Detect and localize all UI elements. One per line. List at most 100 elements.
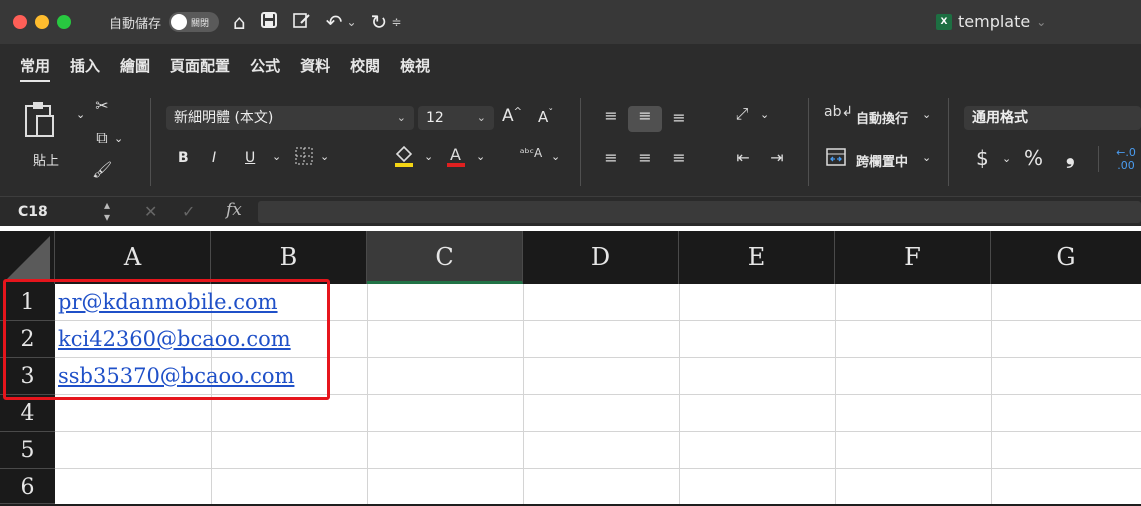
home-icon[interactable]: ⌂ bbox=[233, 10, 246, 34]
row-header-6[interactable]: 6 bbox=[0, 469, 55, 504]
merge-center-dropdown-icon[interactable]: ⌄ bbox=[922, 151, 931, 164]
merge-center-icon[interactable] bbox=[824, 148, 848, 170]
tab-review[interactable]: 校閱 bbox=[350, 44, 380, 88]
align-left-icon[interactable]: ≡ bbox=[598, 148, 624, 167]
tab-formulas[interactable]: 公式 bbox=[250, 44, 280, 88]
font-name-select[interactable]: 新細明體 (本文) ⌄ bbox=[166, 106, 414, 130]
wrap-text-dropdown-icon[interactable]: ⌄ bbox=[922, 108, 931, 121]
cell-a1-link[interactable]: pr@kdanmobile.com bbox=[58, 284, 278, 321]
cell-a2-link[interactable]: kci42360@bcaoo.com bbox=[58, 321, 291, 358]
enter-icon: ✓ bbox=[182, 202, 196, 221]
currency-dropdown-icon[interactable]: ⌄ bbox=[1002, 152, 1011, 165]
underline-button[interactable]: U bbox=[245, 150, 255, 166]
currency-button[interactable]: $ bbox=[976, 146, 989, 170]
wrap-text-icon[interactable]: ab↲ bbox=[824, 104, 853, 120]
align-right-icon[interactable]: ≡ bbox=[666, 148, 692, 167]
row-header-2[interactable]: 2 bbox=[0, 321, 55, 358]
column-header-a[interactable]: A bbox=[55, 231, 211, 284]
decrease-font-size-button[interactable]: Aˇ bbox=[538, 108, 553, 126]
fill-color-dropdown-icon[interactable]: ⌄ bbox=[424, 150, 433, 163]
percent-button[interactable]: % bbox=[1024, 146, 1043, 170]
decrease-indent-icon[interactable]: ⇤ bbox=[730, 148, 756, 167]
increase-decimal-icon[interactable]: ←.0.00 bbox=[1112, 146, 1140, 172]
redo-icon[interactable]: ↻ bbox=[371, 10, 388, 34]
orientation-icon[interactable]: ⤢ bbox=[728, 104, 756, 124]
row-header-4[interactable]: 4 bbox=[0, 395, 55, 432]
ribbon-tabs: 常用 插入 繪圖 頁面配置 公式 資料 校閱 檢視 bbox=[0, 44, 1141, 88]
increase-font-size-button[interactable]: A^ bbox=[502, 106, 522, 126]
number-format-select[interactable]: 通用格式 bbox=[964, 106, 1141, 130]
tab-insert[interactable]: 插入 bbox=[70, 44, 100, 88]
format-painter-icon[interactable]: 🖌 bbox=[92, 160, 112, 179]
borders-icon[interactable] bbox=[292, 146, 316, 170]
orientation-dropdown-icon[interactable]: ⌄ bbox=[760, 108, 769, 121]
column-header-g[interactable]: G bbox=[991, 231, 1141, 284]
paste-dropdown-icon[interactable]: ⌄ bbox=[76, 108, 85, 121]
cut-icon[interactable]: ✂ bbox=[92, 96, 112, 115]
fill-color-icon[interactable] bbox=[392, 144, 416, 172]
grid-line bbox=[55, 468, 1141, 469]
column-header-b[interactable]: B bbox=[211, 231, 367, 284]
copy-dropdown-icon[interactable]: ⌄ bbox=[114, 132, 123, 145]
paste-icon[interactable] bbox=[22, 100, 58, 144]
text-effects-dropdown-icon[interactable]: ⌄ bbox=[551, 150, 560, 163]
font-size-value: 12 bbox=[426, 110, 444, 126]
cancel-icon: ✕ bbox=[144, 202, 158, 221]
divider bbox=[1098, 146, 1099, 172]
select-all-button[interactable] bbox=[0, 231, 55, 284]
column-header-e[interactable]: E bbox=[679, 231, 835, 284]
zoom-window-button[interactable] bbox=[57, 15, 71, 29]
document-title[interactable]: X template ⌄ bbox=[936, 12, 1046, 31]
insert-function-button[interactable]: fx bbox=[226, 200, 242, 220]
tab-draw[interactable]: 繪圖 bbox=[120, 44, 150, 88]
bold-button[interactable]: B bbox=[178, 150, 189, 166]
save-icon[interactable] bbox=[260, 10, 278, 34]
align-center-icon[interactable]: ≡ bbox=[632, 148, 658, 167]
comma-style-button[interactable]: ❟ bbox=[1066, 144, 1075, 169]
align-top-icon[interactable]: ≡ bbox=[598, 106, 624, 125]
text-effects-icon[interactable]: ᵃᵇᶜA bbox=[515, 146, 547, 160]
svg-text:A: A bbox=[450, 145, 461, 164]
ribbon-home: ⌄ 貼上 ✂ ⧉ ⌄ 🖌 新細明體 (本文) ⌄ 12 ⌄ A^ Aˇ B I … bbox=[0, 88, 1141, 196]
worksheet: A B C D E F G 1 2 3 4 5 6 pr@kdanmobile.… bbox=[0, 226, 1141, 504]
divider bbox=[808, 98, 809, 186]
divider bbox=[948, 98, 949, 186]
formula-bar: C18 ▴ ▾ ✕ ✓ fx bbox=[0, 196, 1141, 226]
cell-a3-link[interactable]: ssb35370@bcaoo.com bbox=[58, 358, 294, 395]
italic-button[interactable]: I bbox=[212, 150, 216, 166]
font-color-dropdown-icon[interactable]: ⌄ bbox=[476, 150, 485, 163]
merge-center-button[interactable]: 跨欄置中 bbox=[856, 151, 908, 170]
customize-toolbar-icon[interactable]: ≑ bbox=[391, 15, 401, 29]
close-window-button[interactable] bbox=[13, 15, 27, 29]
excel-file-icon: X bbox=[936, 13, 952, 30]
row-header-5[interactable]: 5 bbox=[0, 432, 55, 469]
tab-data[interactable]: 資料 bbox=[300, 44, 330, 88]
minimize-window-button[interactable] bbox=[35, 15, 49, 29]
increase-indent-icon[interactable]: ⇥ bbox=[764, 148, 790, 167]
underline-dropdown-icon[interactable]: ⌄ bbox=[272, 150, 281, 163]
row-header-1[interactable]: 1 bbox=[0, 284, 55, 321]
autosave: 自動儲存 關閉 bbox=[109, 12, 220, 32]
align-middle-icon: ≡ bbox=[638, 106, 652, 125]
column-header-f[interactable]: F bbox=[835, 231, 991, 284]
name-box-stepper-icon[interactable]: ▴ ▾ bbox=[104, 199, 110, 223]
copy-icon[interactable]: ⧉ bbox=[92, 128, 112, 148]
tab-page-layout[interactable]: 頁面配置 bbox=[170, 44, 230, 88]
edit-document-icon[interactable] bbox=[292, 10, 312, 34]
number-format-value: 通用格式 bbox=[972, 110, 1028, 126]
tab-view[interactable]: 檢視 bbox=[400, 44, 430, 88]
font-color-icon[interactable]: A bbox=[444, 144, 468, 172]
autosave-toggle[interactable]: 關閉 bbox=[169, 12, 220, 32]
formula-input[interactable] bbox=[258, 201, 1141, 223]
undo-dropdown-icon[interactable]: ⌄ bbox=[346, 15, 356, 29]
font-size-select[interactable]: 12 ⌄ bbox=[418, 106, 494, 130]
undo-icon[interactable]: ↶ bbox=[326, 10, 343, 34]
borders-dropdown-icon[interactable]: ⌄ bbox=[320, 150, 329, 163]
align-bottom-icon[interactable]: ≡ bbox=[666, 108, 692, 127]
tab-home[interactable]: 常用 bbox=[20, 44, 51, 88]
divider bbox=[150, 98, 151, 186]
column-header-d[interactable]: D bbox=[523, 231, 679, 284]
column-header-c[interactable]: C bbox=[367, 231, 523, 284]
wrap-text-button[interactable]: 自動換行 bbox=[856, 108, 908, 127]
row-header-3[interactable]: 3 bbox=[0, 358, 55, 395]
